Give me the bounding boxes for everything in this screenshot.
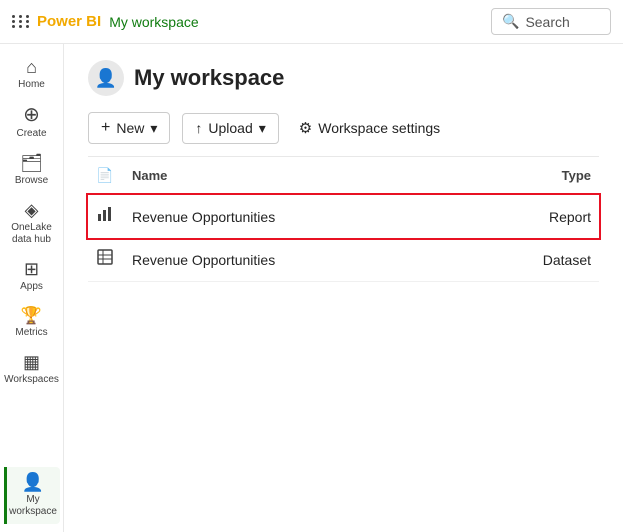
toolbar: + New ▾ ↑ Upload ▾ ⚙ Workspace settings	[88, 112, 599, 157]
grid-icon	[12, 15, 31, 28]
app-logo: Power BI	[12, 13, 101, 30]
apps-icon: ⊞	[24, 260, 39, 278]
sidebar-item-browse[interactable]: 🗂 Browse	[4, 148, 60, 193]
sidebar-item-workspaces[interactable]: ▦ Workspaces	[4, 347, 60, 392]
sidebar-item-metrics[interactable]: 🏆 Metrics	[4, 301, 60, 345]
table-row[interactable]: Revenue Opportunities Report	[88, 195, 599, 239]
table-area: 📄 Name Type	[64, 157, 623, 532]
upload-button[interactable]: ↑ Upload ▾	[182, 113, 278, 144]
file-icon: 📄	[96, 167, 113, 183]
create-icon: ⊕	[23, 105, 40, 125]
search-label: Search	[525, 14, 569, 30]
workspace-avatar: 👤	[88, 60, 124, 96]
col-name-header: Name	[124, 157, 462, 195]
workspace-settings-button[interactable]: ⚙ Workspace settings	[291, 113, 448, 143]
dataset-icon	[96, 253, 114, 270]
report-icon	[96, 210, 114, 227]
row-type: Dataset	[462, 238, 599, 282]
workspace-breadcrumb-link[interactable]: My workspace	[109, 14, 198, 30]
home-icon: ⌂	[26, 58, 37, 76]
row-icon-cell	[88, 195, 124, 239]
workspaces-icon: ▦	[23, 353, 40, 371]
main-layout: ⌂ Home ⊕ Create 🗂 Browse ◈ OneLakedata h…	[0, 44, 623, 532]
avatar-icon: 👤	[95, 68, 117, 89]
col-type-header: Type	[462, 157, 599, 195]
items-table: 📄 Name Type	[88, 157, 599, 282]
search-icon: 🔍	[502, 13, 519, 30]
settings-gear-icon: ⚙	[299, 119, 312, 137]
my-workspace-icon: 👤	[22, 473, 44, 491]
row-name: Revenue Opportunities	[124, 195, 462, 239]
workspace-header: 👤 My workspace + New ▾ ↑ Upload ▾ ⚙	[64, 44, 623, 157]
content-area: 👤 My workspace + New ▾ ↑ Upload ▾ ⚙	[64, 44, 623, 532]
row-name: Revenue Opportunities	[124, 238, 462, 282]
search-button[interactable]: 🔍 Search	[491, 8, 611, 35]
browse-icon: 🗂	[20, 154, 43, 172]
sidebar-item-my-workspace[interactable]: 👤 My workspace	[4, 467, 60, 524]
sidebar-item-create[interactable]: ⊕ Create	[4, 99, 60, 146]
page-title: My workspace	[134, 65, 284, 91]
row-type: Report	[462, 195, 599, 239]
topbar: Power BI My workspace 🔍 Search	[0, 0, 623, 44]
table-row[interactable]: Revenue Opportunities Dataset	[88, 238, 599, 282]
sidebar-item-onelake[interactable]: ◈ OneLakedata hub	[4, 195, 60, 252]
chevron-down-icon: ▾	[150, 120, 157, 137]
sidebar-item-apps[interactable]: ⊞ Apps	[4, 254, 60, 299]
new-button[interactable]: + New ▾	[88, 112, 170, 144]
app-name: Power BI	[37, 13, 101, 30]
col-icon-header: 📄	[88, 157, 124, 195]
sidebar-item-home[interactable]: ⌂ Home	[4, 52, 60, 97]
sidebar: ⌂ Home ⊕ Create 🗂 Browse ◈ OneLakedata h…	[0, 44, 64, 532]
workspace-title-row: 👤 My workspace	[88, 60, 599, 96]
metrics-icon: 🏆	[21, 307, 42, 324]
plus-icon: +	[101, 119, 110, 137]
row-icon-cell	[88, 238, 124, 282]
upload-chevron-icon: ▾	[259, 120, 266, 137]
upload-icon: ↑	[195, 120, 202, 136]
onelake-icon: ◈	[25, 201, 39, 219]
